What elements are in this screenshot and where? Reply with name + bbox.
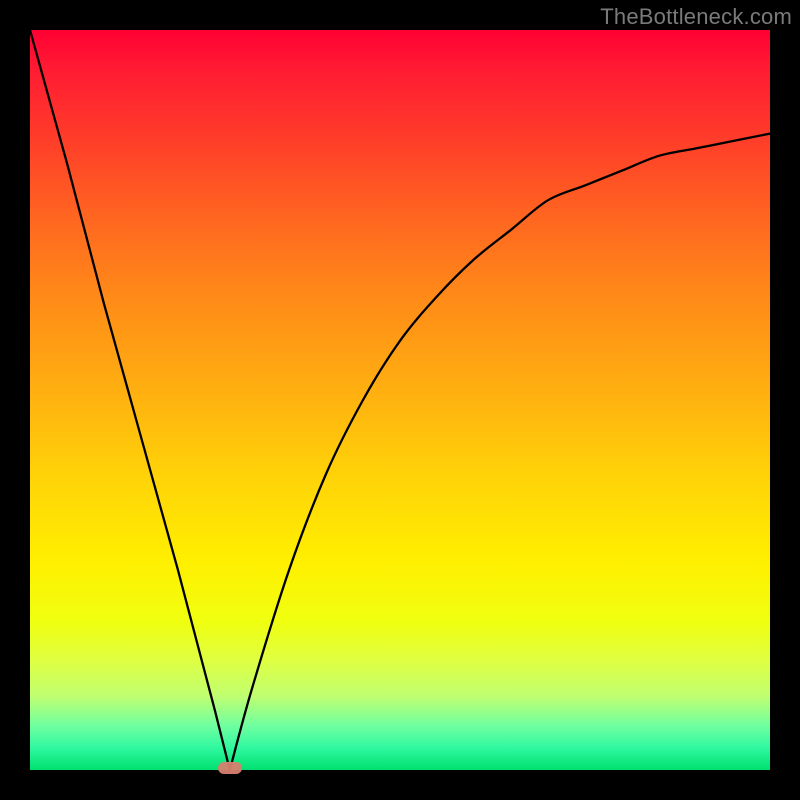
minimum-marker	[218, 762, 242, 774]
curve-svg	[30, 30, 770, 770]
bottleneck-curve-path	[30, 30, 770, 770]
plot-area	[30, 30, 770, 770]
chart-frame: TheBottleneck.com	[0, 0, 800, 800]
watermark-text: TheBottleneck.com	[600, 4, 792, 30]
